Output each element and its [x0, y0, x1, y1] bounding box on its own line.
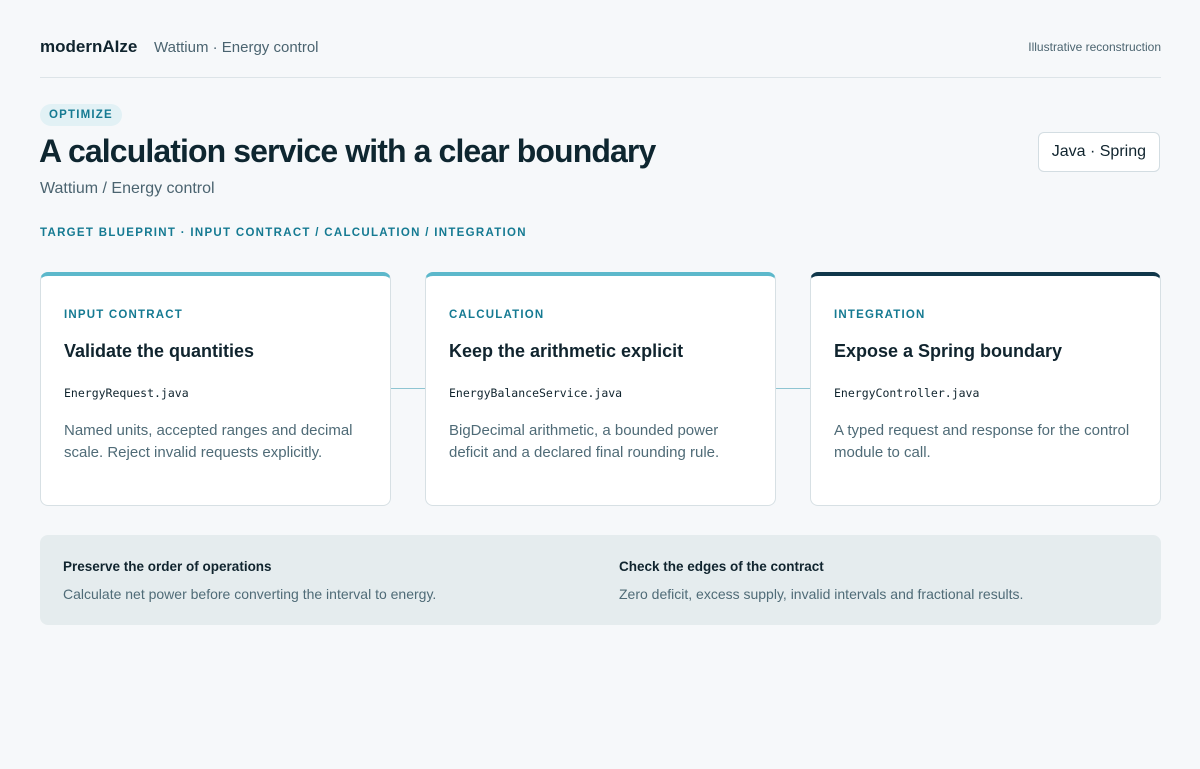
- phase-badge: OPTIMIZE: [40, 104, 122, 126]
- card-description: BigDecimal arithmetic, a bounded power d…: [449, 422, 720, 461]
- card-eyebrow: INPUT CONTRACT: [64, 309, 184, 321]
- card-eyebrow: CALCULATION: [449, 309, 545, 321]
- card-description: Named units, accepted ranges and decimal…: [64, 422, 353, 461]
- project-context: Wattium · Energy control: [154, 39, 319, 56]
- blueprint-breadcrumb: TARGET BLUEPRINT · INPUT CONTRACT / CALC…: [40, 227, 527, 239]
- card-file-name[interactable]: EnergyController.java: [834, 386, 979, 400]
- card-eyebrow: INTEGRATION: [834, 309, 926, 321]
- guidance-title: Preserve the order of operations: [63, 559, 272, 574]
- guidance-title: Check the edges of the contract: [619, 559, 824, 574]
- page-title: A calculation service with a clear bound…: [39, 133, 656, 169]
- card-title: Expose a Spring boundary: [834, 341, 1063, 361]
- card-connector-2: [776, 388, 810, 389]
- card-title: Keep the arithmetic explicit: [449, 341, 684, 361]
- guidance-description: Zero deficit, excess supply, invalid int…: [619, 586, 1024, 602]
- card-connector-1: [391, 388, 425, 389]
- page-subtitle: Wattium / Energy control: [40, 180, 215, 197]
- card-input-contract[interactable]: INPUT CONTRACT Validate the quantities E…: [40, 272, 391, 506]
- card-calculation[interactable]: CALCULATION Keep the arithmetic explicit…: [425, 272, 776, 506]
- card-title: Validate the quantities: [64, 341, 255, 361]
- card-integration[interactable]: INTEGRATION Expose a Spring boundary Ene…: [810, 272, 1161, 506]
- reconstruction-note: Illustrative reconstruction: [1028, 40, 1161, 54]
- top-bar: modernAIze Wattium · Energy control Illu…: [40, 0, 1161, 78]
- card-file-name[interactable]: EnergyBalanceService.java: [449, 386, 622, 400]
- guidance-description: Calculate net power before converting th…: [63, 586, 437, 602]
- guidance-panel: Preserve the order of operations Calcula…: [40, 535, 1161, 625]
- card-description: A typed request and response for the con…: [834, 422, 1130, 461]
- tech-stack-chip[interactable]: Java · Spring: [1037, 132, 1160, 172]
- brand-logo[interactable]: modernAIze: [40, 37, 137, 57]
- card-file-name[interactable]: EnergyRequest.java: [64, 386, 189, 400]
